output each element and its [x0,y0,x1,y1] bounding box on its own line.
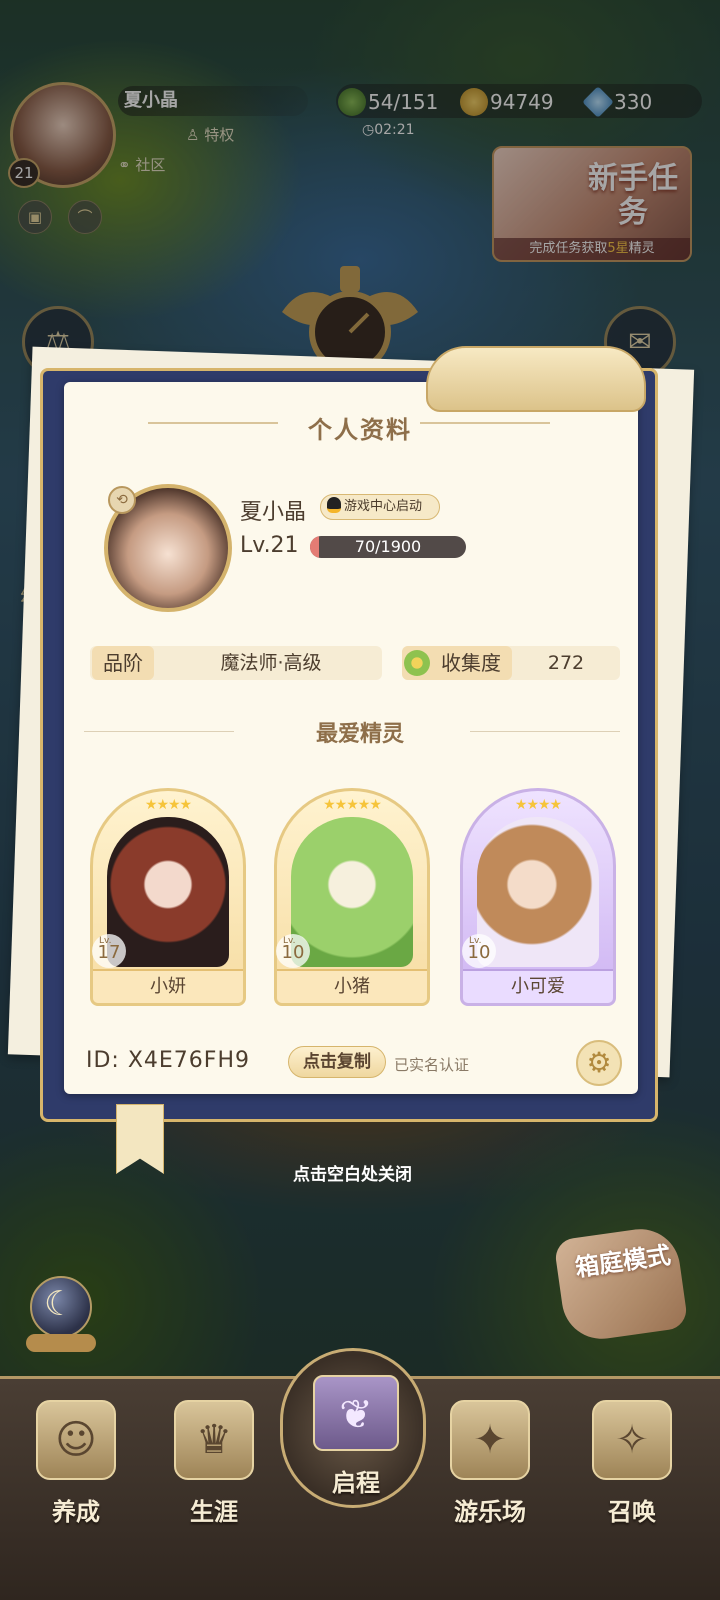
spirit-name: 小可爱 [463,969,613,1003]
nav-label: 游乐场 [454,1498,526,1526]
profile-title: 个人资料 [308,416,412,444]
spirit-level-badge: Lv. 10 [462,934,496,968]
spirit-level-badge: Lv. 10 [276,934,310,968]
settings-button[interactable]: ⚙ [576,1040,622,1086]
nav-item-summon[interactable]: ✧ 召唤 [572,1390,692,1540]
spirit-level-badge: Lv. 17 [92,934,126,968]
game-center-badge[interactable]: 游戏中心启动 [320,494,440,520]
crown-icon: ♛ [174,1400,254,1480]
rank-value: 魔法师·高级 [220,652,322,674]
spirit-card[interactable]: ★★★★ 小妍 [90,788,246,1006]
lv-prefix: Lv. [283,936,296,946]
spirit-portrait [291,817,413,967]
moon-orb-button[interactable]: ☾ [26,1276,96,1358]
nav-label: 生涯 [190,1498,238,1526]
garden-mode-label: 箱庭模式 [573,1240,673,1283]
verified-label: 已实名认证 [394,1056,470,1074]
rarity-stars: ★★★★★ [323,797,382,813]
rank-label: 品阶 [92,646,154,680]
rarity-stars: ★★★★ [514,797,562,813]
spirit-name: 小猪 [277,969,427,1003]
swap-avatar-button[interactable]: ⟲ [108,486,136,514]
nav-item-depart[interactable]: ❦ 启程 [280,1348,426,1508]
lv-prefix: Lv. [99,936,112,946]
card-star-icon: ✧ [592,1400,672,1480]
nav-label: 召唤 [608,1498,656,1526]
copy-id-button[interactable]: 点击复制 [288,1046,386,1078]
orb-base [26,1334,96,1352]
flower-icon [404,650,430,676]
spirit-name: 小妍 [93,969,243,1003]
profile-name: 夏小晶 [240,500,307,525]
rarity-stars: ★★★★ [144,797,192,813]
exp-text: 70/1900 [354,537,422,556]
nav-item-playground[interactable]: ✦ 游乐场 [430,1390,550,1540]
lv-prefix: Lv. [469,936,482,946]
close-hint: 点击空白处关闭 [293,1165,412,1185]
spirit-card[interactable]: ★★★★ 小可爱 [460,788,616,1006]
collection-value: 272 [547,652,585,674]
spirit-portrait [107,817,229,967]
nav-label: 养成 [52,1498,100,1526]
crest-ornament [426,346,646,412]
garden-mode-button[interactable]: 箱庭模式 [553,1224,689,1344]
nav-label: 启程 [332,1469,380,1497]
moon-icon: ☾ [44,1284,75,1324]
exp-bar: 70/1900 [310,536,466,558]
link-icon: ⟲ [116,492,128,508]
qq-penguin-icon [327,497,341,513]
nav-item-career[interactable]: ♛ 生涯 [154,1390,274,1540]
star-badge-icon: ✦ [450,1400,530,1480]
spirit-portrait [477,817,599,967]
nav-item-develop[interactable]: ☺ 养成 [16,1390,136,1540]
gear-icon: ⚙ [586,1046,612,1079]
player-id: ID: X4E76FH9 [86,1048,250,1073]
profile-level: Lv.21 [240,533,299,558]
favorite-spirits-title: 最爱精灵 [315,722,404,747]
girl-face-icon: ☺ [36,1400,116,1480]
spirit-card[interactable]: ★★★★★ 小猪 [274,788,430,1006]
book-butterfly-icon: ❦ [313,1375,399,1451]
game-center-label: 游戏中心启动 [344,499,423,514]
